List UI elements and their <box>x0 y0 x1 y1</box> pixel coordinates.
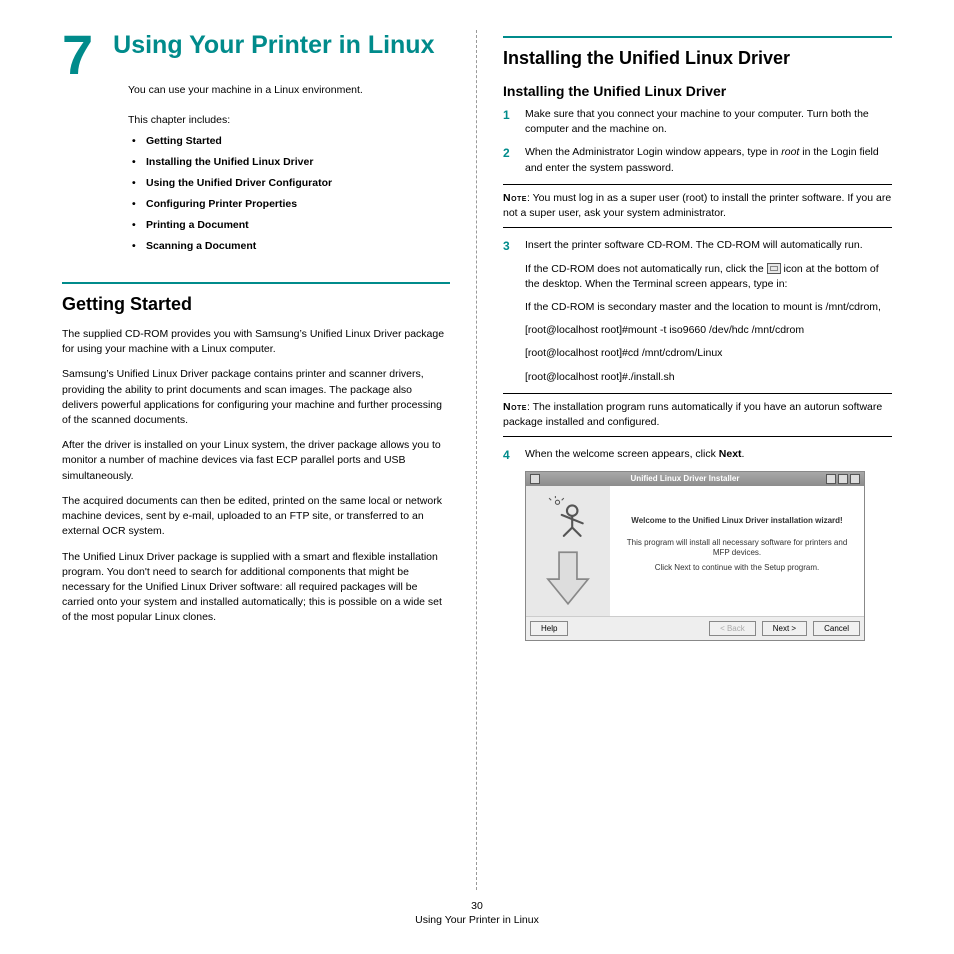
help-button[interactable]: Help <box>530 621 568 636</box>
toc-item: Using the Unified Driver Configurator <box>128 177 450 189</box>
chapter-title: Using Your Printer in Linux <box>113 30 450 61</box>
command-text: [root@localhost root]#cd /mnt/cdrom/Linu… <box>525 346 892 361</box>
installer-titlebar: Unified Linux Driver Installer <box>526 472 864 486</box>
step-text: When the welcome screen appears, click <box>525 448 719 460</box>
toc-list: Getting Started Installing the Unified L… <box>128 135 450 252</box>
intro-text: You can use your machine in a Linux envi… <box>128 83 450 98</box>
wizard-body: Welcome to the Unified Linux Driver inst… <box>610 486 864 616</box>
toc-item: Scanning a Document <box>128 240 450 252</box>
section-rule <box>62 282 450 284</box>
step-text-bold: Next <box>719 448 742 460</box>
subsection-heading-install: Installing the Unified Linux Driver <box>503 83 892 99</box>
system-menu-icon <box>530 474 540 484</box>
toc-item: Getting Started <box>128 135 450 147</box>
note-text: : The installation program runs automati… <box>503 401 882 428</box>
toc-item: Configuring Printer Properties <box>128 198 450 210</box>
installer-welcome: Welcome to the Unified Linux Driver inst… <box>624 516 850 526</box>
section-rule <box>503 36 892 38</box>
page-number: 30 <box>0 900 954 912</box>
running-figure-icon <box>547 496 589 538</box>
minimize-icon <box>826 474 836 484</box>
step-4: When the welcome screen appears, click N… <box>503 447 892 462</box>
note-text: : You must log in as a super user (root)… <box>503 192 891 219</box>
step-text: When the Administrator Login window appe… <box>525 146 781 158</box>
body-paragraph: The Unified Linux Driver package is supp… <box>62 550 450 626</box>
body-paragraph: The acquired documents can then be edite… <box>62 494 450 540</box>
installer-title: Unified Linux Driver Installer <box>546 474 824 483</box>
command-text: [root@localhost root]#mount -t iso9660 /… <box>525 323 892 338</box>
maximize-icon <box>838 474 848 484</box>
inset-text: If the CD-ROM does not automatically run… <box>525 263 767 275</box>
close-icon <box>850 474 860 484</box>
toc-intro: This chapter includes: <box>128 114 450 126</box>
toc-item: Printing a Document <box>128 219 450 231</box>
note-block: Note: The installation program runs auto… <box>503 393 892 437</box>
wizard-sidebar <box>526 486 610 616</box>
body-paragraph: After the driver is installed on your Li… <box>62 438 450 484</box>
back-button: < Back <box>709 621 756 636</box>
toc-item: Installing the Unified Linux Driver <box>128 156 450 168</box>
inset-block: If the CD-ROM does not automatically run… <box>525 262 892 385</box>
installer-button-bar: Help < Back Next > Cancel <box>526 616 864 640</box>
body-paragraph: Samsung’s Unified Linux Driver package c… <box>62 367 450 428</box>
command-text: [root@localhost root]#./install.sh <box>525 370 892 385</box>
next-button[interactable]: Next > <box>762 621 807 636</box>
step-2: When the Administrator Login window appe… <box>503 145 892 175</box>
step-text-italic: root <box>781 146 799 158</box>
body-paragraph: The supplied CD-ROM provides you with Sa… <box>62 327 450 357</box>
chapter-number: 7 <box>62 30 93 80</box>
note-label: Note <box>503 401 527 413</box>
arrow-down-icon <box>545 550 591 606</box>
section-heading-getting-started: Getting Started <box>62 294 450 315</box>
installer-text: This program will install all necessary … <box>624 538 850 559</box>
step-text: . <box>742 448 745 460</box>
note-label: Note <box>503 192 527 204</box>
installer-text: Click Next to continue with the Setup pr… <box>624 563 850 573</box>
section-heading-install: Installing the Unified Linux Driver <box>503 48 892 69</box>
step-1: Make sure that you connect your machine … <box>503 107 892 137</box>
step-3: Insert the printer software CD-ROM. The … <box>503 238 892 253</box>
page-footer: 30 Using Your Printer in Linux <box>0 900 954 926</box>
installer-screenshot: Unified Linux Driver Installer <box>525 471 865 641</box>
terminal-icon <box>767 263 781 274</box>
cancel-button[interactable]: Cancel <box>813 621 860 636</box>
footer-title: Using Your Printer in Linux <box>0 914 954 926</box>
note-block: Note: You must log in as a super user (r… <box>503 184 892 228</box>
inset-text: If the CD-ROM is secondary master and th… <box>525 300 892 315</box>
